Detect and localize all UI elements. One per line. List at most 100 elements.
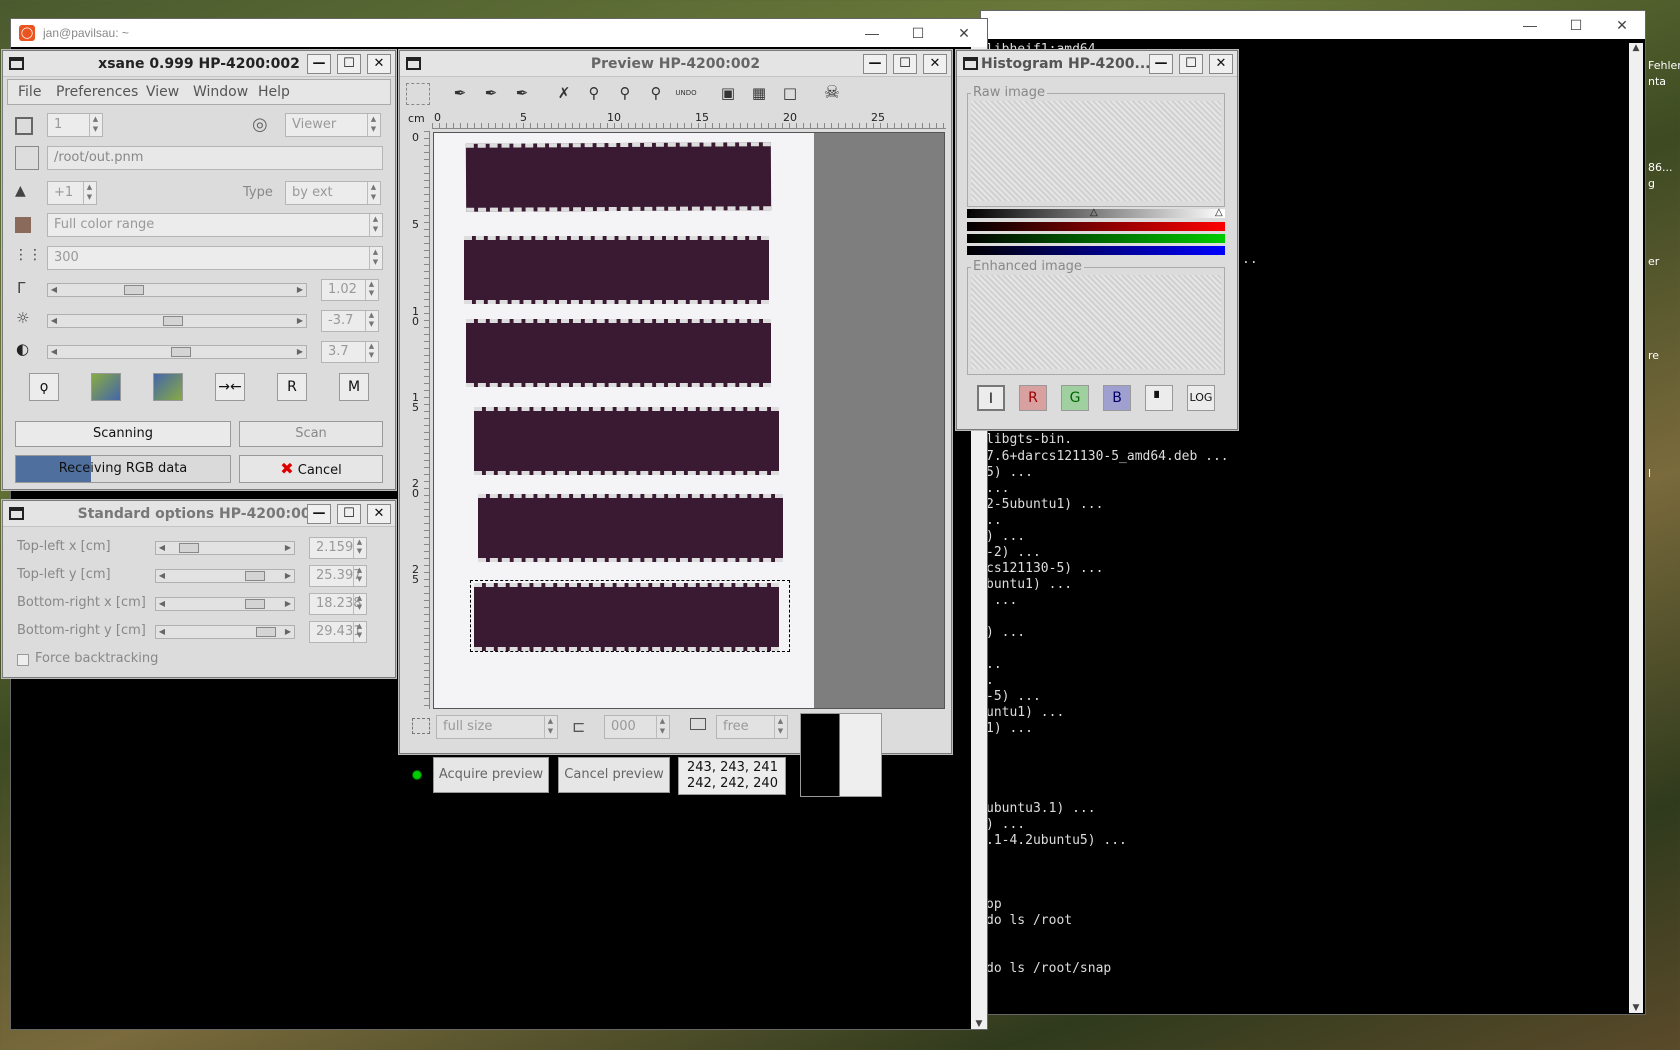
select-area-icon[interactable]	[406, 83, 430, 105]
rotation-arrow[interactable]: ▲ ▼	[656, 716, 668, 738]
menu-window[interactable]: Window	[193, 84, 248, 100]
color-range-arrow[interactable]: ▲ ▼	[369, 214, 381, 236]
maximize-icon[interactable]: ☐	[1179, 54, 1203, 74]
color-range-select[interactable]: Full color range	[47, 213, 383, 237]
option-slider[interactable]: ◀ ▶	[155, 541, 295, 555]
minimize-icon[interactable]: —	[849, 19, 895, 47]
target-select-arrow[interactable]: ▲ ▼	[367, 114, 379, 136]
window-menu-icon[interactable]	[963, 57, 978, 70]
save-icon[interactable]	[15, 146, 39, 170]
pixel-mode-icon[interactable]: ▘	[1145, 385, 1173, 411]
gamma-spin[interactable]: ▲ ▼	[365, 280, 377, 300]
preset-size-arrow[interactable]: ▲ ▼	[544, 716, 556, 738]
cancel-button[interactable]: ✖ Cancel	[239, 455, 383, 483]
maximize-icon[interactable]: ☐	[893, 54, 917, 74]
slider-right-arrow[interactable]: ▶	[282, 626, 294, 638]
zoom-area-icon[interactable]: ⚲	[642, 79, 670, 107]
slider-right-arrow[interactable]: ▶	[294, 315, 306, 327]
maximize-icon[interactable]: ☐	[895, 19, 941, 47]
option-slider[interactable]: ◀ ▶	[155, 569, 295, 583]
slider-right-arrow[interactable]: ▶	[282, 598, 294, 610]
close-icon[interactable]: ✕	[367, 504, 391, 524]
contrast-slider[interactable]: ◀ ▶	[47, 345, 307, 359]
window-menu-icon[interactable]	[9, 57, 24, 70]
menu-file[interactable]: File	[18, 84, 41, 100]
selection-rectangle[interactable]	[470, 580, 790, 652]
slider-thumb[interactable]	[256, 627, 277, 637]
default-enhance-icon[interactable]: →←	[215, 373, 245, 401]
pipette-black-icon[interactable]: ✒	[508, 79, 536, 107]
slider-left-arrow[interactable]: ◀	[48, 315, 60, 327]
type-select-arrow[interactable]: ▲ ▼	[367, 182, 379, 204]
maximize-icon[interactable]: ☐	[337, 504, 361, 524]
preview-image[interactable]	[433, 132, 945, 709]
menu-preferences[interactable]: Preferences	[56, 84, 138, 100]
minimize-icon[interactable]: —	[307, 504, 331, 524]
filename-field[interactable]: /root/out.pnm	[47, 146, 383, 170]
resolution-select[interactable]: 300	[47, 246, 383, 270]
cancel-preview-button[interactable]: Cancel preview	[558, 757, 670, 793]
slider-thumb[interactable]	[179, 543, 200, 553]
option-spin[interactable]: ▲ ▼	[353, 566, 365, 586]
force-backtracking-checkbox[interactable]	[17, 654, 29, 666]
pipette-white-icon[interactable]: ✒	[446, 79, 474, 107]
copies-spin[interactable]: ▲ ▼	[89, 114, 101, 136]
minimize-icon[interactable]: —	[1149, 54, 1173, 74]
delete-preview-icon[interactable]: ☠	[818, 79, 846, 107]
log-toggle-icon[interactable]: LOG	[1187, 385, 1215, 411]
preset-size-select[interactable]: full size	[436, 715, 558, 739]
slider-thumb[interactable]	[162, 316, 183, 326]
minimize-icon[interactable]: —	[863, 54, 887, 74]
reset-icon[interactable]: R	[277, 373, 307, 401]
brightness-slider[interactable]: ◀ ▶	[47, 314, 307, 328]
acquire-preview-button[interactable]: Acquire preview	[433, 757, 549, 793]
minimize-icon[interactable]: —	[1507, 11, 1553, 39]
store-enhance-icon[interactable]	[91, 373, 121, 401]
menu-help[interactable]: Help	[258, 84, 290, 100]
window-menu-icon[interactable]	[406, 57, 421, 70]
ratio-arrow[interactable]: ▲ ▼	[774, 716, 786, 738]
auto-select-icon[interactable]: □	[776, 79, 804, 107]
close-icon[interactable]: ✕	[923, 54, 947, 74]
slider-thumb[interactable]	[245, 571, 266, 581]
slider-right-arrow[interactable]: ▶	[294, 284, 306, 296]
scroll-down-icon[interactable]: ▼	[1629, 1003, 1643, 1013]
slider-left-arrow[interactable]: ◀	[156, 598, 168, 610]
black-point-marker[interactable]: △	[970, 207, 978, 218]
gray-point-marker[interactable]: △	[1090, 207, 1098, 218]
zoom-in-icon[interactable]: ⚲	[580, 79, 608, 107]
close-icon[interactable]: ✕	[941, 19, 987, 47]
close-icon[interactable]: ✕	[1209, 54, 1233, 74]
slider-left-arrow[interactable]: ◀	[156, 542, 168, 554]
blue-toggle-icon[interactable]: B	[1103, 385, 1131, 411]
slider-right-arrow[interactable]: ▶	[282, 542, 294, 554]
restore-enhance-icon[interactable]	[153, 373, 183, 401]
slider-thumb[interactable]	[171, 347, 192, 357]
scroll-up-icon[interactable]: ▲	[1629, 43, 1643, 53]
zoom-out-icon[interactable]: ⚲	[611, 79, 639, 107]
window-menu-icon[interactable]	[9, 507, 24, 520]
green-toggle-icon[interactable]: G	[1061, 385, 1089, 411]
intensity-toggle-icon[interactable]: I	[977, 385, 1005, 411]
slider-left-arrow[interactable]: ◀	[156, 570, 168, 582]
slider-left-arrow[interactable]: ◀	[48, 346, 60, 358]
menu-view[interactable]: View	[146, 84, 179, 100]
full-area-icon[interactable]: ▣	[714, 79, 742, 107]
minimize-icon[interactable]: —	[307, 54, 331, 74]
resolution-arrow[interactable]: ▲ ▼	[369, 247, 381, 269]
close-icon[interactable]: ✕	[367, 54, 391, 74]
option-slider[interactable]: ◀ ▶	[155, 625, 295, 639]
slider-thumb[interactable]	[124, 285, 145, 295]
zoom-undo-icon[interactable]: UNDO	[672, 79, 700, 107]
maximize-icon[interactable]: ☐	[337, 54, 361, 74]
maximize-icon[interactable]: ☐	[1553, 11, 1599, 39]
close-icon[interactable]: ✕	[1599, 11, 1645, 39]
option-spin[interactable]: ▲ ▼	[353, 622, 365, 642]
pipette-gray-icon[interactable]: ✒	[477, 79, 505, 107]
gamma-slider[interactable]: ◀ ▶	[47, 283, 307, 297]
auto-area-icon[interactable]: ▦	[745, 79, 773, 107]
slider-left-arrow[interactable]: ◀	[156, 626, 168, 638]
option-spin[interactable]: ▲ ▼	[353, 538, 365, 558]
auto-enhance-icon[interactable]: ϙ	[29, 373, 59, 401]
slider-right-arrow[interactable]: ▶	[282, 570, 294, 582]
